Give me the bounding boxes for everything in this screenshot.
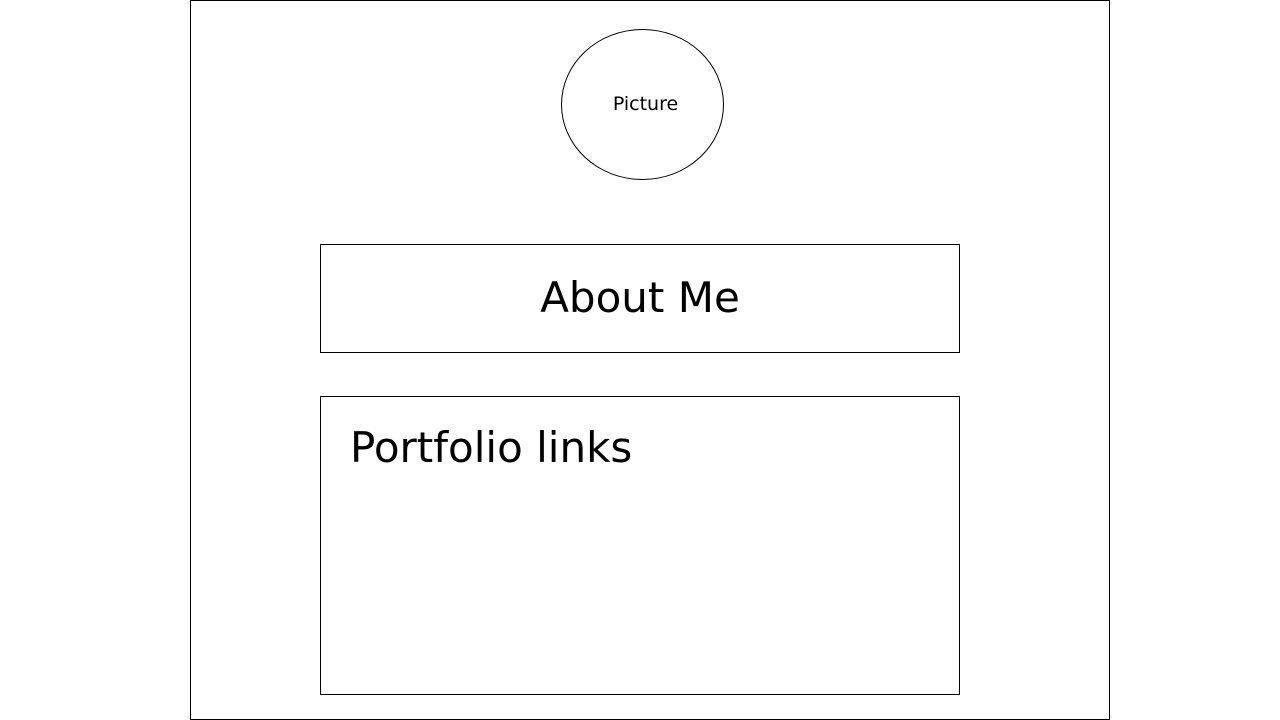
picture-label: Picture — [612, 93, 679, 115]
about-me-section: About Me — [320, 244, 960, 353]
portfolio-links-section: Portfolio links — [320, 396, 960, 695]
portfolio-links-title: Portfolio links — [350, 423, 633, 472]
profile-picture-placeholder: Picture — [561, 29, 724, 180]
about-me-title: About Me — [540, 272, 740, 322]
